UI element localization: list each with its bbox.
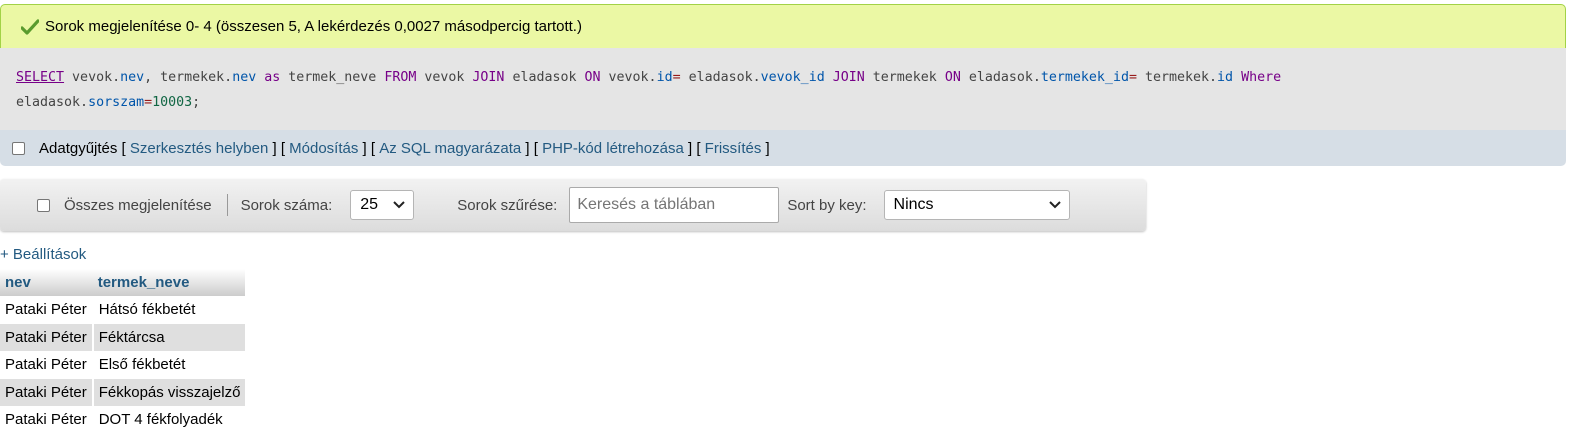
sql-token: vevok bbox=[416, 70, 473, 85]
sql-token: eladasok. bbox=[680, 70, 761, 85]
chevron-down-icon bbox=[393, 201, 405, 209]
filter-rows-label: Sorok szűrése: bbox=[457, 196, 558, 214]
sql-token: vevok. bbox=[64, 70, 121, 85]
sql-token: SELECT bbox=[16, 70, 65, 85]
table-cell: Pataki Péter bbox=[0, 296, 94, 324]
table-row[interactable]: Pataki Péter DOT 4 fékfolyadék bbox=[0, 406, 245, 434]
table-header-row: nev termek_neve bbox=[0, 269, 246, 296]
sql-token: 10003 bbox=[152, 94, 193, 110]
table-cell: Pataki Péter bbox=[0, 406, 94, 434]
sql-token: = bbox=[672, 70, 681, 85]
show-all-label: Összes megjelenítése bbox=[64, 196, 212, 214]
sql-token: ON bbox=[944, 70, 961, 85]
rows-count-select[interactable]: 25 bbox=[350, 190, 415, 220]
filter-rows-placeholder: Keresés a táblában bbox=[577, 196, 716, 213]
sql-token: FROM bbox=[384, 70, 417, 85]
sql-token: , termekek. bbox=[144, 70, 233, 85]
table-cell: Pataki Péter bbox=[0, 323, 94, 351]
sort-by-key-value: Nincs bbox=[893, 196, 934, 213]
sql-token: termekek bbox=[864, 70, 945, 85]
sql-token: sorszam bbox=[88, 94, 145, 110]
table-cell: Pataki Péter bbox=[0, 351, 94, 379]
table-cell: DOT 4 fékfolyadék bbox=[98, 411, 223, 429]
sql-token: nev bbox=[232, 70, 257, 85]
success-check-icon bbox=[21, 18, 39, 35]
table-cell: Első fékbetét bbox=[98, 356, 186, 374]
sql-token: termekek. bbox=[1136, 70, 1218, 85]
success-message: Sorok megjelenítése 0- 4 (összesen 5, A … bbox=[0, 4, 1566, 48]
sql-token: eladasok. bbox=[16, 94, 89, 110]
table-row[interactable]: Pataki Péter Hátsó fékbetét bbox=[0, 296, 245, 324]
profiling-label: Adatgyűjtés bbox=[39, 139, 118, 157]
show-all-checkbox[interactable] bbox=[37, 198, 50, 212]
rows-count-label: Sorok száma: bbox=[240, 196, 333, 214]
query-actions-bar: Adatgyűjtés [ Szerkesztés helyben ] [ Mó… bbox=[0, 130, 1566, 166]
create-php-code-link[interactable]: PHP-kód létrehozása bbox=[542, 140, 684, 157]
sql-token: = bbox=[144, 94, 153, 110]
sort-by-key-select[interactable]: Nincs bbox=[883, 190, 1070, 220]
chevron-down-icon bbox=[1048, 201, 1061, 209]
sql-token: vevok_id bbox=[760, 70, 825, 85]
sql-token: eladasok bbox=[504, 70, 585, 85]
sql-token: termekek_id bbox=[1040, 70, 1129, 85]
sql-token: as bbox=[264, 70, 281, 85]
sql-query: SELECT vevok.nev, termekek.nev as termek… bbox=[0, 48, 1566, 130]
table-row[interactable]: Pataki Péter Első fékbetét bbox=[0, 351, 245, 379]
sql-token: eladasok. bbox=[960, 70, 1041, 85]
sort-by-key-label: Sort by key: bbox=[787, 196, 867, 214]
profiling-checkbox[interactable] bbox=[12, 141, 25, 155]
table-navigation: Összes megjelenítése Sorok száma: 25 Sor… bbox=[0, 179, 1146, 231]
table-row[interactable]: Pataki Péter Fékkopás visszajelző bbox=[0, 378, 246, 406]
settings-link[interactable]: + Beállítások bbox=[0, 246, 86, 263]
column-header-termek-neve[interactable]: termek_neve bbox=[92, 269, 246, 296]
results-table: nev termek_neve Pataki Péter Hátsó fékbe… bbox=[0, 269, 246, 434]
refresh-link[interactable]: Frissítés bbox=[705, 140, 762, 157]
sql-token: JOIN bbox=[832, 70, 865, 85]
table-cell: Féktárcsa bbox=[92, 323, 246, 351]
column-header-nev[interactable]: nev bbox=[0, 269, 93, 296]
sql-token: = bbox=[1128, 70, 1137, 85]
divider bbox=[226, 194, 228, 216]
filter-rows-input[interactable]: Keresés a táblában bbox=[569, 187, 780, 223]
edit-inline-link[interactable]: Szerkesztés helyben bbox=[130, 140, 268, 157]
explain-sql-link[interactable]: Az SQL magyarázata bbox=[379, 140, 521, 157]
sql-token: Where bbox=[1241, 70, 1282, 85]
rows-count-value: 25 bbox=[360, 196, 379, 213]
success-message-text: Sorok megjelenítése 0- 4 (összesen 5, A … bbox=[45, 18, 582, 35]
sql-token: nev bbox=[120, 70, 145, 85]
sql-token: ; bbox=[192, 94, 201, 110]
table-cell: Fékkopás visszajelző bbox=[92, 378, 246, 406]
table-row[interactable]: Pataki Péter Féktárcsa bbox=[0, 323, 246, 351]
sql-token: termek_neve bbox=[280, 70, 385, 85]
sql-token: vevok. bbox=[600, 70, 657, 85]
sql-token: id bbox=[656, 70, 673, 85]
sql-token: id bbox=[1217, 70, 1234, 85]
edit-link[interactable]: Módosítás bbox=[289, 140, 358, 157]
table-cell: Pataki Péter bbox=[0, 378, 94, 406]
table-cell: Hátsó fékbetét bbox=[98, 301, 196, 319]
sql-token: ON bbox=[584, 70, 601, 85]
sql-token: JOIN bbox=[472, 70, 505, 85]
